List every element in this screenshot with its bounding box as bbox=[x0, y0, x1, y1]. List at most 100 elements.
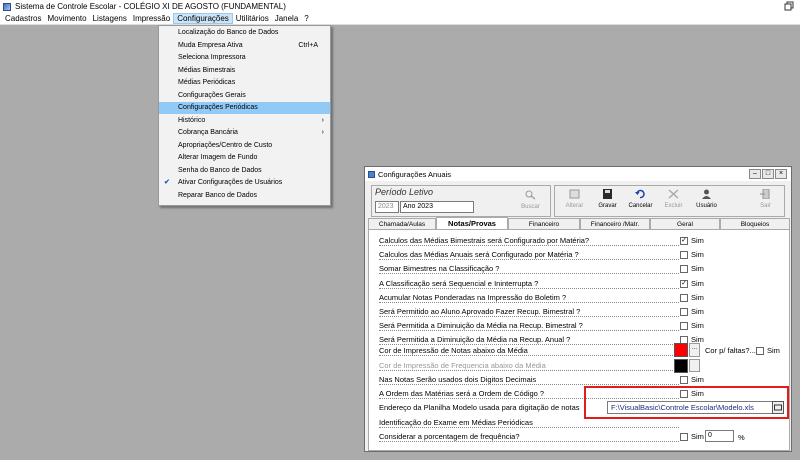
sim-label: Sim bbox=[767, 346, 780, 355]
dotted-leader bbox=[379, 287, 679, 289]
menu-item-historico[interactable]: Histórico › bbox=[159, 115, 330, 127]
dotted-leader bbox=[379, 273, 679, 275]
dotted-leader bbox=[379, 301, 679, 303]
menu-item-medias-periodicas[interactable]: Médias Periódicas bbox=[159, 77, 330, 89]
shortcut-label: Ctrl+A bbox=[298, 41, 318, 49]
menu-bar: Cadastros Movimento Listagens Impressão … bbox=[0, 13, 800, 25]
buscar-button[interactable]: Buscar bbox=[514, 186, 547, 216]
sair-button[interactable]: Sair bbox=[749, 185, 782, 215]
menu-utilitarios[interactable]: Utilitários bbox=[233, 13, 272, 24]
menu-item-configuracoes-gerais[interactable]: Configurações Gerais bbox=[159, 90, 330, 102]
cancelar-button[interactable]: Cancelar bbox=[624, 185, 657, 215]
menu-movimento[interactable]: Movimento bbox=[44, 13, 89, 24]
cor-freq-picker-button[interactable] bbox=[689, 359, 700, 372]
menu-item-label: Muda Empresa Ativa bbox=[178, 41, 243, 49]
user-icon bbox=[702, 189, 711, 199]
menu-impressao[interactable]: Impressão bbox=[130, 13, 173, 24]
menu-item-muda-empresa[interactable]: Muda Empresa Ativa Ctrl+A bbox=[159, 40, 330, 52]
percent-sign: % bbox=[738, 433, 745, 442]
cor-faltas-checkbox[interactable] bbox=[756, 347, 764, 355]
checkmark-icon: ✔ bbox=[164, 179, 170, 186]
cor-freq-row: Cor de Impressão de Frequencia abaixo da… bbox=[379, 360, 779, 372]
usuario-button[interactable]: Usuário bbox=[690, 185, 723, 215]
excluir-button[interactable]: Excluir bbox=[657, 185, 690, 215]
dotted-leader bbox=[379, 245, 679, 246]
window-title: Configurações Anuais bbox=[378, 169, 451, 179]
menu-janela[interactable]: Janela bbox=[272, 13, 302, 24]
option-checkbox[interactable] bbox=[680, 265, 688, 274]
option-checkbox[interactable] bbox=[680, 308, 688, 316]
gravar-button[interactable]: Gravar bbox=[591, 185, 624, 215]
option-checkbox[interactable] bbox=[680, 251, 688, 260]
option-row: Acumular Notas Ponderadas na Impressão d… bbox=[379, 292, 779, 304]
menu-configuracoes[interactable]: Configurações bbox=[173, 13, 233, 24]
option-row: Será Permitido ao Aluno Aprovado Fazer R… bbox=[379, 306, 779, 318]
search-icon bbox=[525, 190, 536, 200]
option-label: Será Permitido ao Aluno Aprovado Fazer R… bbox=[379, 307, 581, 316]
periodo-name-input[interactable]: Ano 2023 bbox=[400, 201, 474, 213]
option-checkbox[interactable]: ✓ bbox=[680, 237, 688, 245]
menu-cadastros[interactable]: Cadastros bbox=[2, 13, 44, 24]
menu-item-cobranca-bancaria[interactable]: Cobrança Bancária › bbox=[159, 127, 330, 139]
cor-freq-swatch[interactable] bbox=[674, 359, 688, 373]
cancelar-label: Cancelar bbox=[628, 203, 653, 209]
menu-item-ativar-configuracoes-usuarios[interactable]: ✔ Ativar Configurações de Usuários bbox=[159, 177, 330, 189]
option-row: Calculos das Médias Anuais será Configur… bbox=[379, 249, 779, 261]
periodo-code-input[interactable]: 2023 bbox=[375, 201, 399, 213]
sair-label: Sair bbox=[760, 203, 771, 209]
restore-icon[interactable] bbox=[784, 1, 794, 11]
maximize-button[interactable]: □ bbox=[762, 169, 774, 179]
option-label: Acumular Notas Ponderadas na Impressão d… bbox=[379, 292, 567, 302]
menu-item-label: Configurações Gerais bbox=[178, 91, 246, 99]
submenu-arrow-icon: › bbox=[321, 129, 324, 136]
white-block bbox=[738, 419, 771, 427]
cor-notas-label: Cor de Impressão de Notas abaixo da Médi… bbox=[379, 346, 528, 355]
minimize-button[interactable]: – bbox=[749, 169, 761, 179]
menu-item-label: Ativar Configurações de Usuários bbox=[178, 179, 283, 186]
menu-item-label: Seleciona Impressora bbox=[178, 54, 246, 61]
alterar-button[interactable]: Alterar bbox=[558, 185, 591, 215]
option-checkbox[interactable] bbox=[680, 322, 688, 331]
menu-help[interactable]: ? bbox=[301, 13, 311, 24]
menu-item-label: Alterar Imagem de Fundo bbox=[178, 154, 258, 161]
menu-item-localizacao[interactable]: Localização do Banco de Dados bbox=[159, 27, 330, 39]
menu-item-reparar-banco[interactable]: Reparar Banco de Dados bbox=[159, 190, 330, 202]
app-icon bbox=[3, 2, 11, 11]
porcentagem-input[interactable]: 0 bbox=[705, 430, 734, 442]
window-title: Sistema de Controle Escolar - COLÉGIO XI… bbox=[15, 2, 286, 11]
periodo-letivo-label: Período Letivo bbox=[375, 187, 434, 197]
menu-listagens[interactable]: Listagens bbox=[90, 13, 130, 24]
option-row: Será Permitida a Diminuição da Média na … bbox=[379, 320, 779, 332]
window-icon bbox=[368, 170, 375, 178]
option-label: Será Permitida a Diminuição da Média na … bbox=[379, 321, 583, 331]
menu-item-configuracoes-periodicas[interactable]: Configurações Periódicas bbox=[159, 102, 330, 114]
dotted-leader bbox=[379, 259, 679, 261]
sim-label: Sim bbox=[691, 307, 704, 316]
digitos-label: Nas Notas Serão usados dois Digitos Deci… bbox=[379, 375, 537, 384]
dotted-leader bbox=[379, 316, 679, 317]
cor-notas-swatch[interactable] bbox=[674, 343, 688, 357]
menu-item-label: Apropriações/Centro de Custo bbox=[178, 141, 273, 149]
menu-item-senha-banco[interactable]: Senha do Banco de Dados bbox=[159, 165, 330, 177]
close-button[interactable]: × bbox=[775, 169, 787, 179]
option-checkbox[interactable] bbox=[680, 293, 688, 302]
option-checkbox[interactable]: ✓ bbox=[680, 279, 688, 288]
sim-label: Sim bbox=[691, 278, 704, 288]
dotted-leader bbox=[379, 355, 679, 356]
excluir-label: Excluir bbox=[664, 203, 683, 209]
menu-item-medias-bimestrais[interactable]: Médias Bimestrais bbox=[159, 65, 330, 77]
menu-item-apropriacoes[interactable]: Apropriações/Centro de Custo bbox=[159, 140, 330, 152]
sim-label: Sim bbox=[691, 375, 704, 384]
digitos-checkbox[interactable] bbox=[680, 376, 688, 384]
porcentagem-checkbox[interactable] bbox=[680, 433, 688, 441]
menu-item-label: Reparar Banco de Dados bbox=[178, 191, 257, 199]
cor-faltas-label: Cor p/ faltas?... bbox=[705, 346, 756, 355]
option-label: Somar Bimestres na Classificação ? bbox=[379, 264, 500, 274]
menu-item-alterar-imagem[interactable]: Alterar Imagem de Fundo bbox=[159, 152, 330, 164]
sim-label: Sim bbox=[691, 250, 704, 260]
dotted-leader bbox=[379, 427, 679, 428]
save-icon bbox=[603, 189, 612, 199]
menu-item-label: Médias Periódicas bbox=[178, 79, 236, 86]
cor-notas-picker-button[interactable]: ... bbox=[689, 343, 700, 357]
menu-item-seleciona-impressora[interactable]: Seleciona Impressora bbox=[159, 52, 330, 64]
